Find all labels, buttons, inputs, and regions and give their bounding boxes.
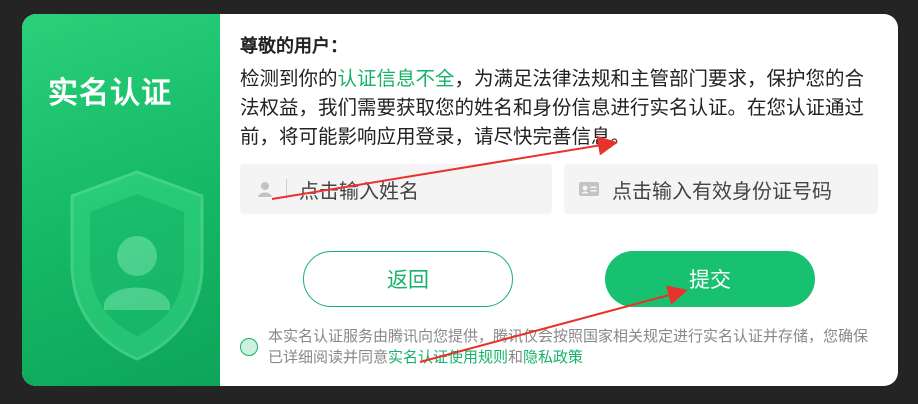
shield-user-icon: [62, 164, 212, 364]
realname-dialog: 实名认证 尊敬的用户： 检测到你的认证信息不全，为满足法律法规和主管部门要求，保…: [22, 14, 898, 386]
description-highlight: 认证信息不全: [337, 67, 455, 90]
greeting-text: 尊敬的用户：: [240, 36, 348, 57]
description-text: 检测到你的认证信息不全，为满足法律法规和主管部门要求，保护您的合法权益，我们需要…: [240, 64, 870, 151]
sidebar-panel: 实名认证: [22, 14, 220, 386]
id-card-icon: [578, 178, 600, 200]
field-separator: [286, 179, 287, 199]
id-number-input-field[interactable]: 点击输入有效身份证号码: [564, 164, 878, 214]
person-icon: [254, 178, 276, 200]
rules-link[interactable]: 实名认证使用规则: [388, 348, 508, 366]
id-placeholder: 点击输入有效身份证号码: [612, 178, 832, 203]
privacy-policy-link[interactable]: 隐私政策: [523, 348, 583, 366]
back-button[interactable]: 返回: [303, 251, 513, 307]
agreement-and: 和: [508, 348, 524, 366]
agree-checkbox[interactable]: [240, 338, 258, 356]
sidebar-title: 实名认证: [48, 76, 172, 111]
main-content: 尊敬的用户： 检测到你的认证信息不全，为满足法律法规和主管部门要求，保护您的合法…: [240, 14, 898, 386]
submit-button[interactable]: 提交: [605, 251, 815, 307]
name-placeholder: 点击输入姓名: [299, 178, 419, 203]
description-part1: 检测到你的: [240, 67, 338, 90]
agreement-row: 本实名认证服务由腾讯向您提供，腾讯仅会按照国家相关规定进行实名认证并存储，您确保…: [240, 326, 878, 368]
agreement-text: 本实名认证服务由腾讯向您提供，腾讯仅会按照国家相关规定进行实名认证并存储，您确保…: [268, 326, 878, 368]
name-input-field[interactable]: 点击输入姓名: [240, 164, 552, 214]
